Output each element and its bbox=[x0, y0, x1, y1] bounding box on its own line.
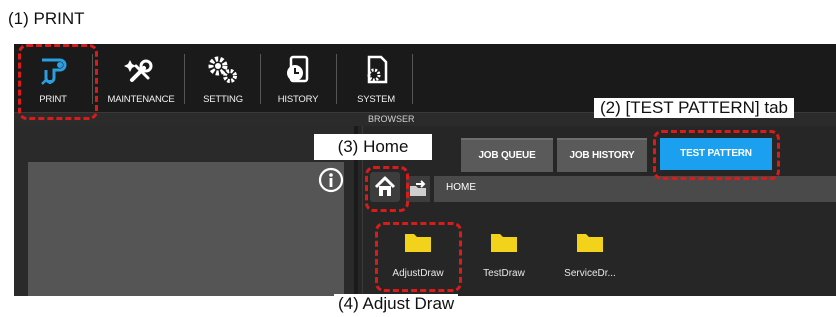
toolbar-system-label: SYSTEM bbox=[357, 94, 395, 105]
folder-up-icon bbox=[410, 180, 426, 196]
folder-name: TestDraw bbox=[483, 268, 525, 279]
tab-job-history[interactable]: JOB HISTORY bbox=[557, 138, 647, 172]
folder-up-button[interactable] bbox=[406, 176, 430, 202]
callout-print bbox=[18, 44, 98, 120]
annotation-home: (3) Home bbox=[314, 134, 432, 160]
folder-servicedraw[interactable]: ServiceDr... bbox=[552, 224, 628, 286]
wrench-sparkle-icon bbox=[124, 59, 153, 82]
toolbar-maintenance-label: MAINTENANCE bbox=[107, 94, 175, 105]
tab-job-queue[interactable]: JOB QUEUE bbox=[461, 138, 553, 172]
callout-home bbox=[365, 166, 409, 212]
folder-name: ServiceDr... bbox=[564, 268, 616, 279]
annotation-test-pattern-tab: (2) [TEST PATTERN] tab bbox=[594, 98, 794, 118]
folder-testdraw[interactable]: TestDraw bbox=[466, 224, 542, 286]
toolbar-separator bbox=[412, 54, 413, 104]
toolbar-separator bbox=[184, 54, 185, 104]
path-bar: HOME bbox=[434, 176, 836, 202]
annotation-print: (1) PRINT bbox=[8, 9, 85, 29]
callout-adjust-draw bbox=[375, 222, 462, 292]
callout-test-pattern-tab bbox=[653, 130, 780, 180]
toolbar-separator bbox=[260, 54, 261, 104]
system-gear-document-icon bbox=[367, 55, 388, 84]
toolbar-separator bbox=[336, 54, 337, 104]
folder-icon bbox=[577, 234, 603, 252]
toolbar-maintenance-button[interactable]: MAINTENANCE bbox=[100, 44, 182, 112]
browser-panel-label: BROWSER bbox=[368, 114, 415, 124]
current-path: HOME bbox=[446, 182, 476, 193]
history-clock-icon bbox=[287, 55, 309, 83]
toolbar-system-button[interactable]: SYSTEM bbox=[344, 44, 408, 112]
toolbar-history-label: HISTORY bbox=[277, 94, 319, 105]
info-icon[interactable] bbox=[318, 167, 344, 193]
gears-icon bbox=[208, 56, 237, 83]
preview-area bbox=[28, 162, 344, 296]
annotation-adjust-draw: (4) Adjust Draw bbox=[334, 294, 459, 314]
toolbar-setting-label: SETTING bbox=[203, 94, 243, 105]
toolbar-setting-button[interactable]: SETTING bbox=[190, 44, 256, 112]
toolbar-history-button[interactable]: HISTORY bbox=[266, 44, 330, 112]
folder-icon bbox=[491, 234, 517, 252]
